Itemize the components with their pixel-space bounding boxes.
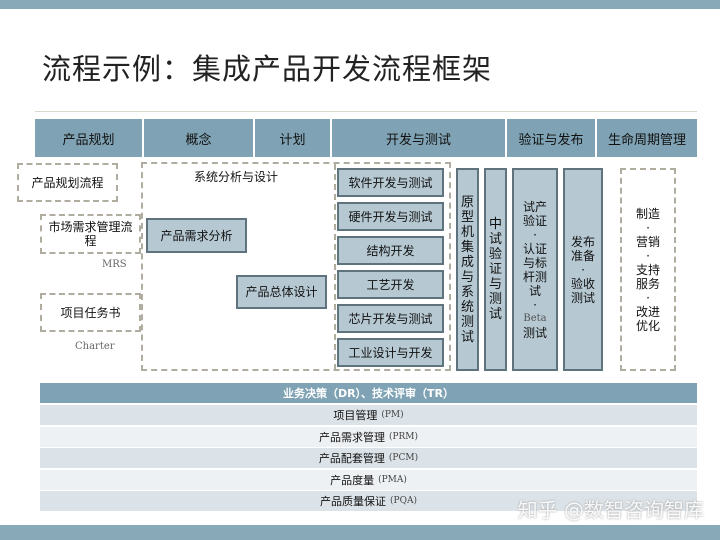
release-line: ·	[581, 262, 585, 277]
vertical-char: 测	[460, 314, 474, 330]
dev-box: 硬件开发与测试	[337, 202, 444, 231]
row-label: 产品需求管理	[318, 430, 385, 444]
table-row: 产品配套管理 (PCM)	[40, 448, 697, 470]
phase-lifecycle: 生命周期管理	[597, 119, 697, 157]
lifecycle-line: 优化	[635, 318, 660, 333]
row-abbr: (PQA)	[390, 496, 417, 507]
verify-line: 测试	[522, 325, 547, 340]
verify-line: ·	[533, 227, 537, 242]
release-line: 发布	[570, 234, 595, 249]
lifecycle-line: 改进	[635, 304, 660, 319]
vertical-char: 与	[488, 277, 502, 292]
table-row: 产品度量 (PMA)	[40, 469, 697, 491]
vertical-char: 试	[488, 232, 502, 247]
row-label: 产品质量保证	[320, 495, 387, 509]
lifecycle-line: ·	[646, 290, 650, 305]
release-box: 发布 准备 · 验收 测试	[563, 168, 603, 371]
phase-concept: 概念	[144, 119, 255, 157]
vertical-char: 试	[488, 307, 502, 322]
release-line: 验收	[570, 276, 595, 291]
release-line: 测试	[570, 290, 595, 305]
release-line: 准备	[570, 248, 595, 263]
verify-line: 与标	[522, 255, 547, 270]
vertical-char: 原	[460, 194, 474, 210]
pilot-test-box: 中试验证与测试	[484, 168, 507, 371]
row-abbr: (PCM)	[388, 453, 419, 464]
prototype-test-box: 原型机集成与系统测试	[456, 168, 479, 371]
vertical-char: 与	[460, 269, 474, 285]
verify-box: 试产 验证 · 认证 与标 杆测试 · Beta 测试	[512, 168, 558, 371]
overall-design-box: 产品总体设计	[236, 275, 327, 309]
planning-process: 产品规划流程	[17, 163, 118, 202]
vertical-char: 验	[488, 247, 502, 262]
row-label: 项目管理	[333, 409, 378, 422]
vertical-char: 统	[460, 299, 474, 315]
vertical-char: 测	[488, 292, 502, 307]
dev-box: 软件开发与测试	[337, 168, 444, 197]
market-process: 市场需求管理流程	[40, 214, 141, 254]
phase-plan: 计划	[255, 119, 332, 157]
system-label: 系统分析与设计	[194, 170, 279, 184]
dev-box: 芯片开发与测试	[337, 304, 444, 333]
watermark: 知乎 @数智咨询智库	[517, 498, 704, 522]
vertical-char: 成	[460, 254, 474, 270]
phase-planning: 产品规划	[35, 119, 144, 157]
verify-line: 验证	[522, 213, 547, 228]
lifecycle-line: 支持	[635, 262, 660, 277]
vertical-char: 试	[460, 329, 474, 345]
charter-label: Charter	[75, 341, 115, 352]
row-abbr: (PM)	[381, 410, 404, 420]
vertical-char: 证	[488, 262, 502, 277]
row-label: 产品度量	[330, 473, 375, 487]
verify-line: 试产	[522, 199, 547, 214]
verify-line: Beta	[523, 312, 547, 324]
dev-box: 工艺开发	[337, 270, 444, 299]
row-abbr: (PRM)	[388, 431, 419, 442]
vertical-char: 中	[488, 217, 502, 232]
vertical-char: 集	[460, 239, 474, 255]
lifecycle-line: ·	[646, 220, 650, 235]
bottom-band	[0, 525, 720, 540]
charter-doc: 项目任务书	[40, 293, 141, 332]
phase-develop: 开发与测试	[332, 119, 507, 157]
table-row: 项目管理 (PM)	[40, 405, 697, 426]
dev-box: 工业设计与开发	[337, 338, 444, 367]
verify-line: ·	[533, 297, 537, 312]
lifecycle-line: 营销	[635, 234, 660, 249]
vertical-char: 系	[460, 284, 474, 300]
region-divider	[334, 164, 336, 370]
req-analysis-box: 产品需求分析	[146, 218, 247, 253]
lifecycle-line: 服务	[635, 276, 660, 291]
lifecycle-line: ·	[646, 248, 650, 263]
table-header: 业务决策（DR）、技术评审（TR）	[40, 383, 697, 404]
lifecycle-line: 制造	[635, 206, 660, 221]
page-title: 流程示例：集成产品开发流程框架	[42, 52, 493, 86]
table-row: 产品需求管理 (PRM)	[40, 426, 697, 448]
row-label: 产品配套管理	[318, 452, 385, 466]
lifecycle-box: 制造 · 营销 · 支持 服务 · 改进 优化	[620, 168, 676, 371]
verify-line: 试	[528, 283, 541, 298]
vertical-char: 机	[460, 224, 474, 240]
top-band	[0, 0, 720, 9]
verify-line: 杆测	[522, 269, 547, 284]
phase-release: 验证与发布	[507, 119, 597, 157]
verify-line: 认证	[522, 241, 547, 256]
vertical-char: 型	[460, 209, 474, 225]
mrs-label: MRS	[102, 259, 127, 270]
divider	[35, 111, 697, 112]
dev-box: 结构开发	[337, 236, 444, 265]
row-abbr: (PMA)	[378, 474, 407, 485]
